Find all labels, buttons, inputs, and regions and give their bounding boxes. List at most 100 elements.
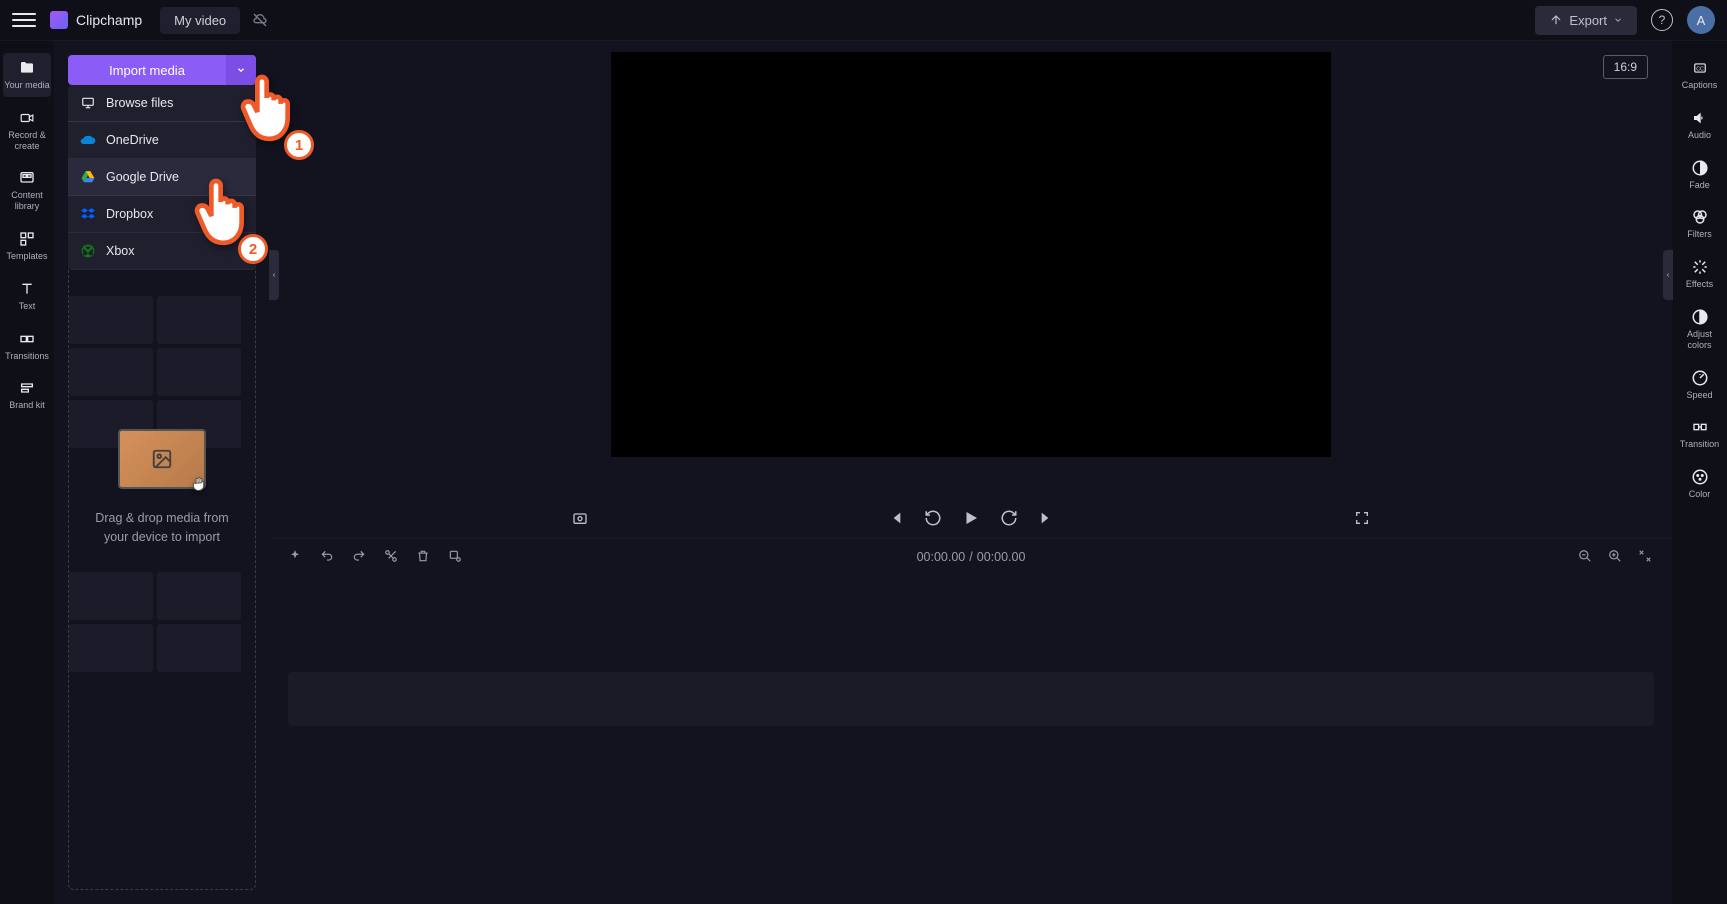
sidebar-item-content-library[interactable]: Content library: [3, 163, 51, 218]
timeline[interactable]: [270, 574, 1672, 904]
left-sidebar: Your media Record & create Content libra…: [0, 41, 54, 904]
camera-icon: [17, 109, 37, 127]
dropdown-onedrive[interactable]: OneDrive: [68, 122, 256, 159]
collapse-right-panel[interactable]: [1663, 250, 1673, 300]
undo-button[interactable]: [320, 549, 336, 565]
import-media-label: Import media: [68, 63, 226, 78]
import-media-button[interactable]: Import media: [68, 55, 256, 85]
topbar: Clipchamp My video Export ? A: [0, 0, 1727, 41]
gdrive-icon: [80, 169, 96, 185]
rightnav-adjust-colors[interactable]: Adjust colors: [1675, 302, 1725, 357]
contrast-icon: [1690, 308, 1710, 326]
playback-controls: [270, 498, 1672, 538]
app-name: Clipchamp: [76, 12, 142, 28]
audio-icon: [1690, 109, 1710, 127]
brand-icon: [17, 379, 37, 397]
xbox-icon: [80, 243, 96, 259]
chevron-left-icon: [271, 270, 277, 280]
dropdown-dropbox-label: Dropbox: [106, 207, 153, 221]
color-icon: [1690, 468, 1710, 486]
chevron-left-icon: [1665, 270, 1671, 280]
dropdown-google-drive[interactable]: Google Drive: [68, 159, 256, 196]
display-icon: [80, 95, 96, 111]
import-dropdown: Browse files OneDrive Google Drive Dropb…: [68, 85, 256, 270]
chevron-down-icon: [236, 65, 246, 75]
dropdown-onedrive-label: OneDrive: [106, 133, 159, 147]
transition-icon: [1690, 418, 1710, 436]
collapse-left-panel[interactable]: [269, 250, 279, 300]
split-button[interactable]: [384, 549, 400, 565]
play-button[interactable]: [961, 508, 981, 528]
forward-button[interactable]: [999, 508, 1019, 528]
fit-timeline-button[interactable]: [1638, 549, 1654, 565]
preview-top: 16:9: [270, 41, 1672, 508]
fullscreen-button[interactable]: [1352, 508, 1372, 528]
dropdown-xbox[interactable]: Xbox: [68, 233, 256, 270]
rewind-button[interactable]: [923, 508, 943, 528]
export-label: Export: [1569, 13, 1607, 28]
help-button[interactable]: ?: [1651, 9, 1673, 31]
skip-forward-button[interactable]: [1037, 508, 1057, 528]
image-icon: [151, 448, 173, 470]
rightnav-effects[interactable]: Effects: [1675, 252, 1725, 296]
dropdown-browse-files[interactable]: Browse files: [68, 85, 256, 122]
sidebar-item-templates[interactable]: Templates: [3, 224, 51, 268]
rightnav-filters[interactable]: Filters: [1675, 202, 1725, 246]
sync-status-icon: [252, 12, 268, 28]
preview-area: 16:9 00:00.00/00:00.00: [270, 41, 1672, 904]
time-current: 00:00.00: [917, 550, 966, 564]
speed-icon: [1690, 369, 1710, 387]
ripple-button[interactable]: [448, 549, 464, 565]
sidebar-item-your-media[interactable]: Your media: [3, 53, 51, 97]
fade-icon: [1690, 159, 1710, 177]
drop-placeholder-card: [118, 429, 206, 489]
snapshot-button[interactable]: [570, 508, 590, 528]
right-sidebar: CC Captions Audio Fade Filters Effects A…: [1672, 41, 1727, 904]
media-panel: Import media Drag & drop media from your…: [54, 41, 270, 904]
filters-icon: [1690, 208, 1710, 226]
magic-button[interactable]: [288, 549, 304, 565]
sidebar-item-record[interactable]: Record & create: [3, 103, 51, 158]
rightnav-fade[interactable]: Fade: [1675, 153, 1725, 197]
avatar[interactable]: A: [1687, 6, 1715, 34]
timeline-toolbar: 00:00.00/00:00.00: [270, 538, 1672, 574]
video-title-field[interactable]: My video: [160, 7, 240, 34]
skip-back-button[interactable]: [885, 508, 905, 528]
timeline-timecode: 00:00.00/00:00.00: [917, 550, 1026, 564]
onedrive-icon: [80, 132, 96, 148]
rightnav-color[interactable]: Color: [1675, 462, 1725, 506]
dropdown-xbox-label: Xbox: [106, 244, 135, 258]
redo-button[interactable]: [352, 549, 368, 565]
clipchamp-logo-icon: [50, 11, 68, 29]
rightnav-audio[interactable]: Audio: [1675, 103, 1725, 147]
delete-button[interactable]: [416, 549, 432, 565]
zoom-out-button[interactable]: [1578, 549, 1594, 565]
upload-icon: [1549, 13, 1563, 27]
menu-button[interactable]: [12, 8, 36, 32]
text-icon: [17, 280, 37, 298]
rightnav-transition[interactable]: Transition: [1675, 412, 1725, 456]
transitions-icon: [17, 330, 37, 348]
folder-icon: [17, 59, 37, 77]
timeline-track[interactable]: [288, 672, 1654, 726]
export-button[interactable]: Export: [1535, 6, 1637, 35]
app-logo: Clipchamp: [50, 11, 142, 29]
drop-text: Drag & drop media from your device to im…: [82, 509, 242, 547]
chevron-down-icon: [1613, 15, 1623, 25]
video-canvas[interactable]: [611, 52, 1331, 457]
gallery-icon: [17, 169, 37, 187]
zoom-in-button[interactable]: [1608, 549, 1624, 565]
import-dropdown-toggle[interactable]: [226, 55, 256, 85]
sidebar-item-text[interactable]: Text: [3, 274, 51, 318]
rightnav-captions[interactable]: CC Captions: [1675, 53, 1725, 97]
svg-text:CC: CC: [1696, 66, 1704, 72]
sidebar-item-brand-kit[interactable]: Brand kit: [3, 373, 51, 417]
aspect-ratio-badge[interactable]: 16:9: [1603, 55, 1648, 79]
dropdown-browse-label: Browse files: [106, 96, 173, 110]
dropdown-dropbox[interactable]: Dropbox: [68, 196, 256, 233]
templates-icon: [17, 230, 37, 248]
rightnav-speed[interactable]: Speed: [1675, 363, 1725, 407]
time-total: 00:00.00: [977, 550, 1026, 564]
grab-hand-icon: [188, 473, 210, 495]
sidebar-item-transitions[interactable]: Transitions: [3, 324, 51, 368]
